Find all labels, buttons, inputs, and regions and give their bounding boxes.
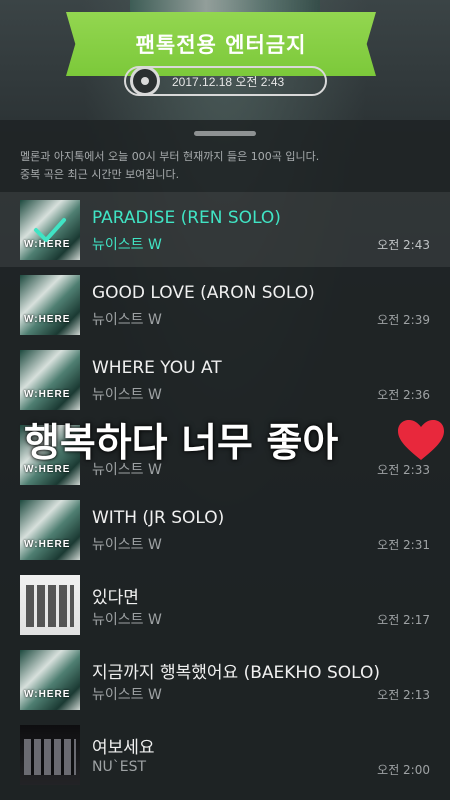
played-time: 오전 2:31 [377,538,430,552]
album-art-label: W:HERE [24,539,71,550]
album-art: W:HERE [20,650,80,710]
history-notice: 멜론과 아지톡에서 오늘 00시 부터 현재까지 들은 100곡 입니다. 중복… [20,148,440,184]
album-art-label: W:HERE [24,689,71,700]
song-title: 여보세요 [92,738,155,758]
check-icon [34,218,66,242]
played-time: 오전 2:00 [377,763,430,777]
song-row[interactable]: W:HERE PARADISE (REN SOLO) 뉴이스트 W 오전 2:43 [0,192,450,267]
song-row[interactable]: W:HERE GOOD LOVE (ARON SOLO) 뉴이스트 W 오전 2:39 [0,267,450,342]
song-artist: 뉴이스트 W [92,237,162,253]
song-row[interactable]: 있다면뉴이스트 W 오전 2:17 [0,567,450,642]
song-title: 지금까지 행복했어요 (BAEKHO SOLO) [92,663,380,683]
played-time: 오전 2:17 [377,613,430,627]
song-artist: 뉴이스트 W [92,612,162,628]
drag-handle[interactable] [194,131,256,136]
song-row[interactable]: W:HERE WHERE YOU AT 뉴이스트 W 오전 2:36 [0,342,450,417]
disc-icon [130,66,160,96]
album-art: W:HERE [20,350,80,410]
album-art: W:HERE [20,275,80,335]
timestamp: 2017.12.18 오전 2:43 [172,74,285,89]
song-artist: 뉴이스트 W [92,537,162,553]
banner-label: 팬톡전용 엔터금지 [135,33,307,57]
heart-icon [398,420,444,460]
song-title: PARADISE (REN SOLO) [92,208,281,228]
song-row[interactable]: W:HERE 지금까지 행복했어요 (BAEKHO SOLO) 뉴이스트 W 오전 2… [0,642,450,717]
album-art-peek [130,0,320,14]
song-artist: 뉴이스트 W [92,312,162,328]
song-row[interactable]: W:HERE WITH (JR SOLO) 뉴이스트 W 오전 2:31 [0,492,450,567]
album-art: W:HERE [20,500,80,560]
played-time: 오전 2:43 [377,238,430,252]
played-time: 오전 2:39 [377,313,430,327]
song-row[interactable]: 여보세요 NU`EST 오전 2:00 [0,717,450,792]
song-title: WITH (JR SOLO) [92,508,225,528]
played-time: 오전 2:13 [377,688,430,702]
notice-line-1: 멜론과 아지톡에서 오늘 00시 부터 현재까지 들은 100곡 입니다. [20,150,320,163]
song-title: GOOD LOVE (ARON SOLO) [92,283,315,303]
song-title: WHERE YOU AT [92,358,222,378]
song-artist: NU`EST [92,759,147,775]
album-art-label: W:HERE [24,314,71,325]
album-art [20,725,80,785]
overlay-caption: 행복하다 너무 좋아 [24,421,339,466]
album-art [20,575,80,635]
album-art-label: W:HERE [24,389,71,400]
notice-line-2: 중복 곡은 최근 시간만 보여집니다. [20,168,180,181]
song-title: 있다면 [92,588,139,608]
song-artist: 뉴이스트 W [92,687,162,703]
played-time: 오전 2:36 [377,388,430,402]
played-time: 오전 2:33 [377,463,430,477]
song-artist: 뉴이스트 W [92,387,162,403]
